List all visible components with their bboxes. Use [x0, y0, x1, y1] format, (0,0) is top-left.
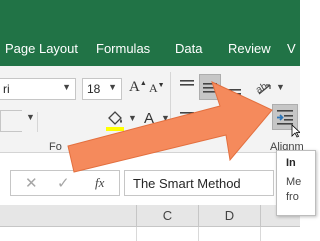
- callout-arrow-icon: [67, 81, 273, 173]
